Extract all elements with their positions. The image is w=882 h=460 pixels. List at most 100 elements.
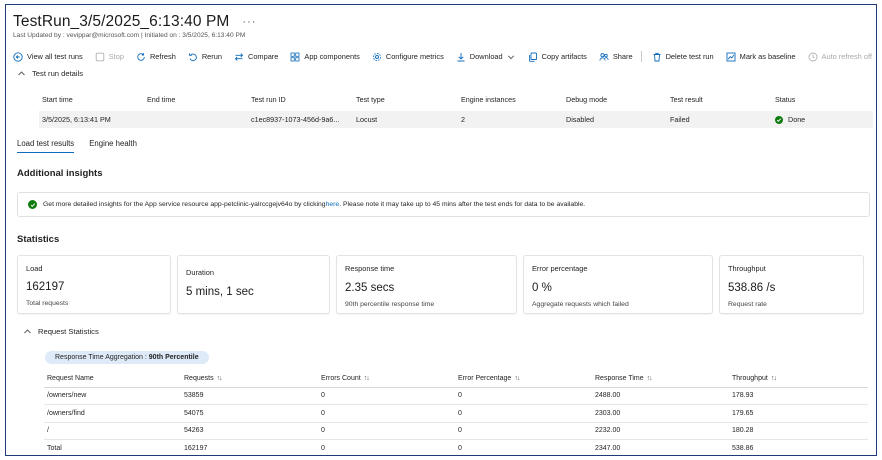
throughput-cell: 179.65 — [732, 409, 754, 417]
insights-message-bar: Get more detailed insights for the App s… — [17, 192, 870, 217]
view-all-test-runs-button[interactable]: View all test runs — [13, 51, 83, 62]
insights-text-after: . Please note it may take up to 45 mins … — [339, 201, 586, 208]
error-percentage-cell: 0 — [458, 444, 462, 452]
load-card: Load 162197 Total requests — [17, 255, 171, 314]
download-button[interactable]: Download — [456, 52, 516, 62]
view-all-test-runs-label: View all test runs — [27, 52, 83, 61]
share-button[interactable]: Share — [599, 52, 633, 62]
response-time-card-value: 2.35 secs — [345, 282, 395, 294]
request-name-cell: Total — [47, 444, 62, 452]
col-response-time[interactable]: Response Time ↑↓ — [592, 375, 729, 382]
page-subtitle: Last Updated by : vevippar@microsoft.com… — [13, 32, 246, 39]
error-percentage-cell: 0 — [458, 392, 462, 400]
col-error-percentage[interactable]: Error Percentage ↑↓ — [455, 375, 592, 382]
delete-test-run-button[interactable]: Delete test run — [652, 52, 714, 62]
copy-artifacts-button[interactable]: Copy artifacts — [528, 52, 587, 62]
app-grid-icon — [290, 52, 300, 62]
additional-insights-heading: Additional insights — [17, 168, 103, 179]
error-percentage-card-sub: Aggregate requests which failed — [532, 301, 629, 308]
col-throughput[interactable]: Throughput ↑↓ — [729, 375, 868, 382]
stop-button[interactable]: Stop — [95, 52, 124, 62]
configure-metrics-button[interactable]: Configure metrics — [372, 52, 444, 62]
request-statistics-label: Request Statistics — [38, 327, 99, 336]
refresh-button[interactable]: Refresh — [136, 52, 176, 62]
response-time-card-sub: 90th percentile response time — [345, 301, 435, 308]
error-percentage-card: Error percentage 0 % Aggregate requests … — [523, 255, 713, 314]
tab-engine-health[interactable]: Engine health — [89, 139, 137, 153]
requests-cell: 54263 — [184, 427, 204, 435]
response-time-cell: 2488.00 — [595, 392, 621, 400]
throughput-card-title: Throughput — [728, 264, 766, 273]
aggregation-pill[interactable]: Response Time Aggregation : 90th Percent… — [45, 351, 209, 364]
response-time-cell: 2303.00 — [595, 409, 621, 417]
col-request-name[interactable]: Request Name — [44, 375, 181, 382]
error-percentage-cell: 0 — [458, 409, 462, 417]
col-errors-count-label: Errors Count — [321, 374, 361, 382]
sort-arrows-icon: ↑↓ — [514, 374, 520, 382]
sort-arrows-icon: ↑↓ — [646, 374, 653, 382]
download-label: Download — [469, 52, 503, 61]
test-run-details-toggle[interactable]: Test run details — [17, 69, 83, 78]
request-name-cell: / — [47, 427, 49, 435]
requests-cell: 54075 — [184, 409, 204, 417]
end-time-value — [144, 111, 248, 128]
insights-here-link[interactable]: here — [326, 201, 340, 208]
sort-arrows-icon: ↑↓ — [770, 374, 777, 382]
rerun-button[interactable]: Rerun — [188, 52, 222, 62]
col-response-time-label: Response Time — [595, 374, 644, 382]
auto-refresh-button[interactable]: Auto refresh off — [808, 52, 872, 62]
test-type-value: Locust — [356, 115, 378, 124]
page-title: TestRun_3/5/2025_6:13:40 PM — [13, 13, 230, 30]
status-value: Done — [788, 115, 806, 124]
throughput-cell: 538.86 — [732, 444, 754, 452]
response-time-card: Response time 2.35 secs 90th percentile … — [336, 255, 517, 314]
more-options-button[interactable]: ··· — [242, 16, 256, 28]
errors-count-cell: 0 — [321, 409, 325, 417]
throughput-cell: 178.93 — [732, 392, 754, 400]
col-error-percentage-label: Error Percentage — [458, 374, 512, 382]
error-percentage-card-value: 0 % — [532, 282, 552, 294]
mark-as-baseline-label: Mark as baseline — [739, 52, 796, 61]
request-name-cell: /owners/new — [47, 392, 87, 400]
delete-test-run-label: Delete test run — [665, 52, 714, 61]
request-statistics-toggle[interactable]: Request Statistics — [23, 327, 99, 336]
aggregation-label: Response Time Aggregation : — [55, 354, 149, 361]
details-row: 3/5/2025, 6:13:41 PM c1ec8937-1073-456d-… — [39, 111, 873, 128]
debug-mode-value: Disabled — [566, 115, 594, 124]
app-components-button[interactable]: App components — [290, 52, 360, 62]
error-percentage-cell: 0 — [458, 427, 462, 435]
duration-card-value: 5 mins, 1 sec — [186, 286, 254, 298]
tab-load-test-results[interactable]: Load test results — [17, 139, 75, 153]
col-requests-label: Requests — [184, 374, 214, 382]
col-test-result: Test result — [670, 95, 703, 104]
copy-icon — [528, 52, 538, 62]
share-people-icon — [599, 52, 609, 62]
stats-header-row: Request Name Requests ↑↓ Errors Count ↑↓ E… — [44, 370, 868, 388]
mark-as-baseline-button[interactable]: Mark as baseline — [726, 52, 796, 62]
load-card-title: Load — [26, 264, 43, 273]
errors-count-cell: 0 — [321, 427, 325, 435]
statistics-cards: Load 162197 Total requests Duration 5 mi… — [17, 255, 864, 314]
trash-icon — [652, 52, 662, 62]
request-statistics-table: Request Name Requests ↑↓ Errors Count ↑↓ E… — [44, 370, 868, 455]
auto-refresh-label: Auto refresh off — [821, 52, 872, 61]
insights-text-before: Get more detailed insights for the App s… — [43, 201, 326, 208]
compare-button[interactable]: Compare — [234, 52, 278, 62]
stop-square-icon — [95, 52, 105, 62]
request-name-cell: /owners/find — [47, 409, 85, 417]
configure-metrics-label: Configure metrics — [385, 52, 444, 61]
arrow-left-circle-icon — [13, 51, 23, 62]
col-errors-count[interactable]: Errors Count ↑↓ — [318, 375, 455, 382]
error-percentage-card-title: Error percentage — [532, 264, 588, 273]
col-throughput-label: Throughput — [732, 374, 768, 382]
statistics-heading: Statistics — [17, 234, 60, 245]
test-run-details-label: Test run details — [32, 69, 84, 78]
col-test-type: Test type — [356, 95, 385, 104]
throughput-card-value: 538.86 /s — [728, 282, 776, 294]
start-time-value: 3/5/2025, 6:13:41 PM — [42, 115, 111, 124]
col-requests[interactable]: Requests ↑↓ — [181, 375, 318, 382]
gear-icon — [372, 52, 382, 62]
response-time-cell: 2347.00 — [595, 444, 621, 452]
chart-baseline-icon — [726, 52, 736, 62]
chevron-up-icon — [23, 327, 32, 336]
